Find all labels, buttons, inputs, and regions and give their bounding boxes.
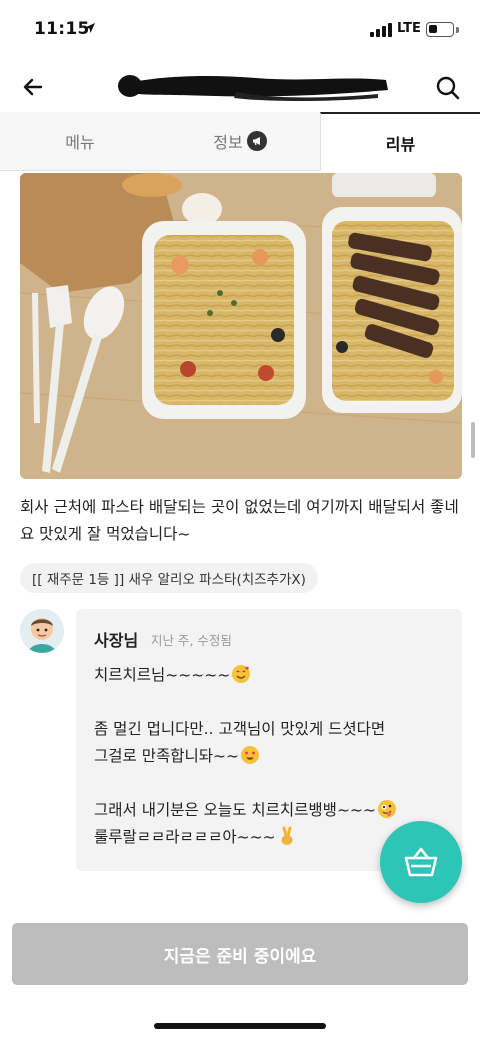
app-header	[0, 62, 480, 112]
owner-avatar	[20, 609, 64, 653]
reply-line: 좀 멀긴 멉니다만.. 고객님이 맛있게 드셧다면	[94, 720, 386, 738]
tab-menu-label: 메뉴	[65, 133, 95, 152]
megaphone-icon	[246, 131, 267, 151]
search-button[interactable]	[432, 72, 464, 104]
tab-review-label: 리뷰	[385, 134, 416, 154]
review-text: 회사 근처에 파스타 배달되는 곳이 없었는데 여기까지 배달되서 좋네요 맛있…	[20, 498, 459, 543]
battery-icon	[426, 22, 454, 37]
status-time: 11:15	[34, 19, 90, 39]
tab-info-label: 정보	[213, 133, 243, 152]
tab-review[interactable]: 리뷰	[320, 112, 480, 171]
back-button[interactable]	[18, 72, 48, 102]
signal-strength-icon	[370, 23, 394, 37]
reply-line: 그래서 내기분은 오늘도 치르치르뱅뱅~~~	[94, 801, 376, 819]
reply-line: 룰루랄ㄹㄹ라ㄹㄹㄹ아~~~	[94, 828, 276, 846]
order-menu-tag: [[ 재주문 1등 ]] 새우 알리오 파스타(치즈추가X)	[20, 563, 318, 593]
tab-menu[interactable]: 메뉴	[0, 112, 160, 170]
redaction-scribble	[118, 75, 388, 101]
reply-line: 그걸로 만족합니돠~~	[94, 747, 239, 765]
smiling-face-with-hearts-icon	[232, 665, 251, 683]
battery-tip	[456, 27, 459, 33]
review-photo[interactable]	[20, 173, 462, 479]
store-tabs: 메뉴 정보 리뷰	[0, 112, 480, 171]
basket-icon	[404, 847, 438, 877]
reply-body: 치르치르님~~~~~ 좀 멀긴 멉니다만.. 고객님이 맛있게 드셧다면 그걸로…	[94, 662, 444, 851]
search-icon	[436, 76, 460, 100]
tab-info[interactable]: 정보	[160, 112, 320, 170]
back-arrow-icon	[23, 78, 43, 96]
scroll-indicator[interactable]	[471, 422, 475, 458]
home-indicator[interactable]	[154, 1023, 326, 1029]
status-bar: 11:15 LTE	[0, 0, 480, 62]
cart-button[interactable]	[380, 821, 462, 903]
reply-meta: 지난 주, 수정됨	[151, 633, 232, 648]
store-title-area	[110, 70, 400, 104]
reply-line: 치르치르님~~~~~	[94, 666, 231, 684]
location-arrow-icon	[85, 23, 95, 33]
zany-face-icon	[377, 800, 396, 818]
order-status-button[interactable]: 지금은 준비 중이에요	[12, 923, 468, 985]
heart-eyes-icon	[240, 746, 259, 764]
network-type: LTE	[397, 21, 421, 36]
victory-hand-icon	[281, 826, 293, 845]
owner-name: 사장님	[94, 631, 139, 650]
